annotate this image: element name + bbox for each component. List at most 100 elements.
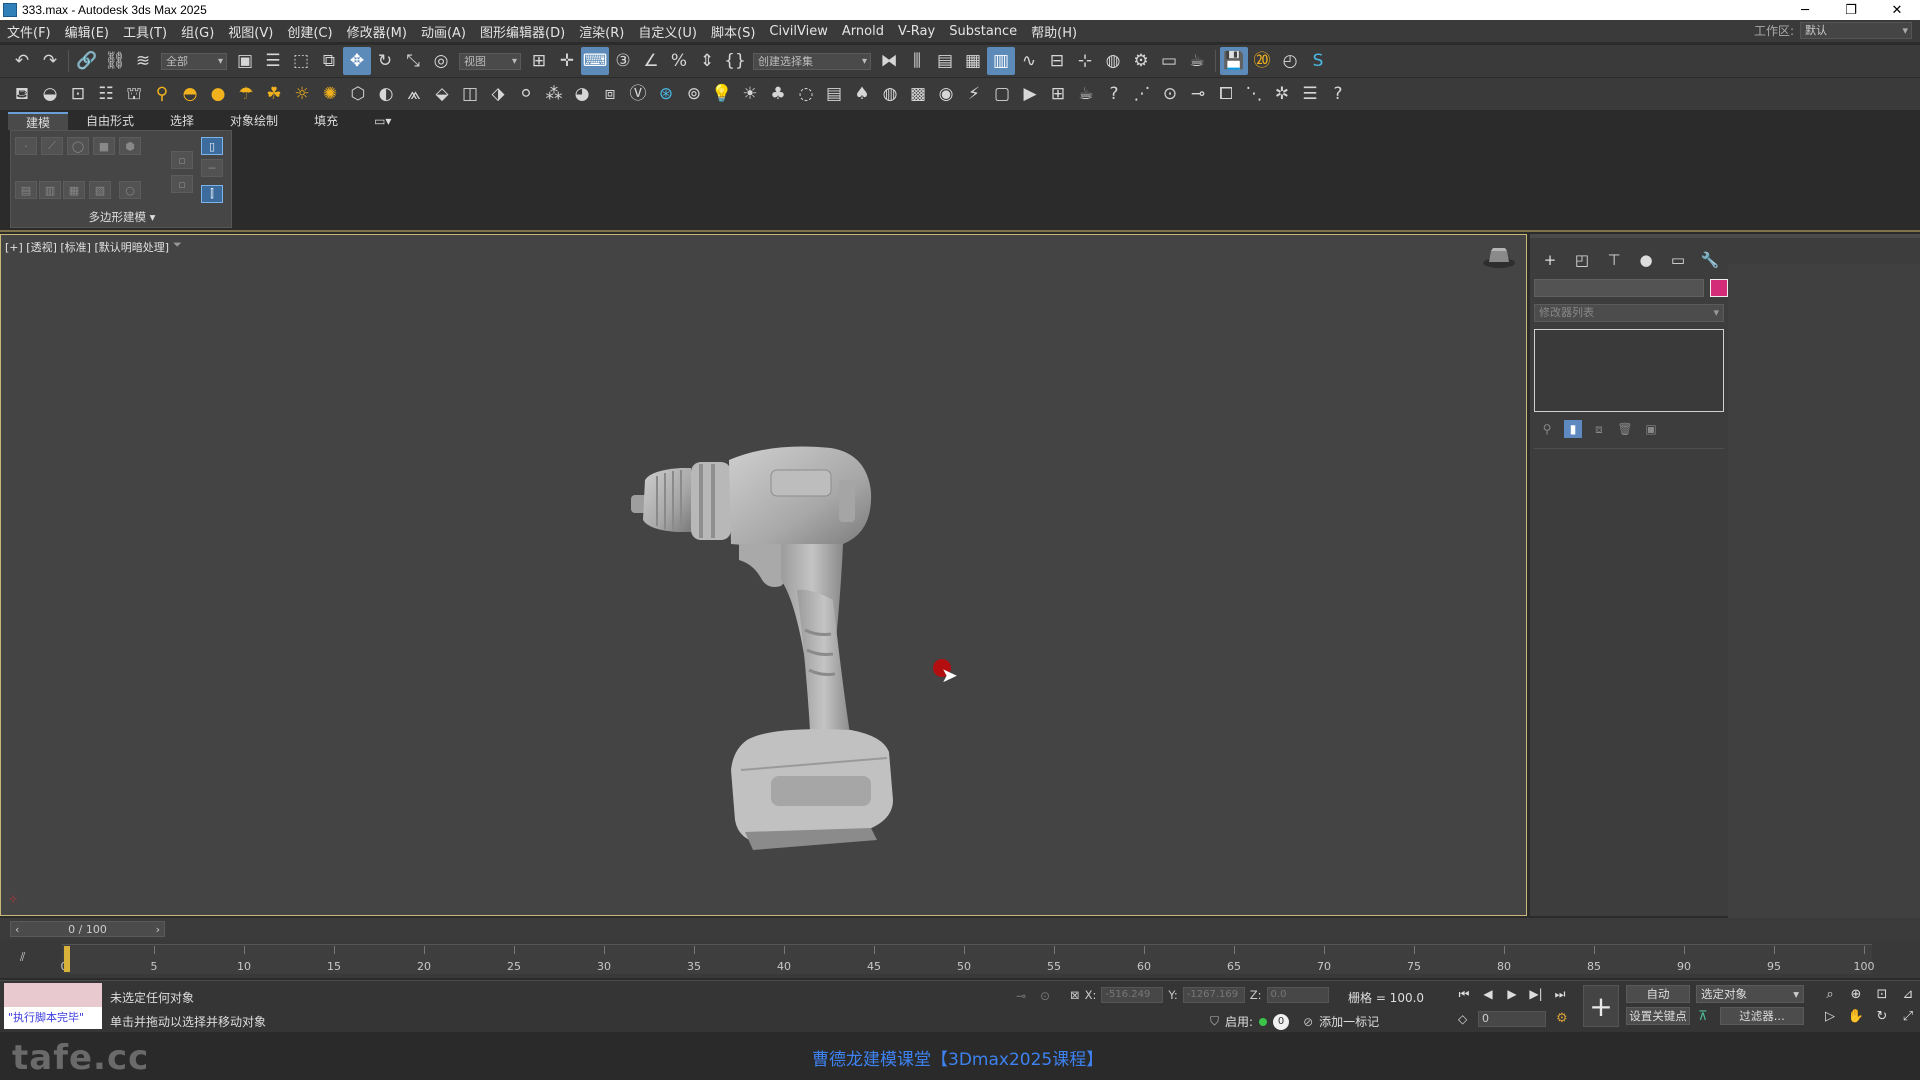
ribbon-modify-icon[interactable]: ▤ <box>15 181 37 199</box>
arnold-operator-icon[interactable]: ▤ <box>820 80 848 108</box>
arnold-shader-ball-icon[interactable]: ◍ <box>876 80 904 108</box>
reference-coord-dropdown[interactable]: 视图 <box>459 52 521 70</box>
modifier-list-dropdown[interactable]: 修改器列表 <box>1534 304 1724 322</box>
time-config-icon[interactable]: ⚙ <box>1556 1011 1568 1026</box>
substance-output-icon[interactable]: ⧠ <box>1212 80 1240 108</box>
menu-graph-editors[interactable]: 图形编辑器(D) <box>473 22 572 41</box>
vray-frame-buffer-icon[interactable]: ⑳ <box>1248 47 1276 75</box>
prev-key-icon[interactable]: ◀ <box>1479 985 1497 1003</box>
pan-icon[interactable]: ✋ <box>1846 1007 1866 1025</box>
substance-link-icon[interactable]: ⋱ <box>1240 80 1268 108</box>
degradation-toggle[interactable]: 0 <box>1273 1013 1290 1030</box>
key-mode-icon[interactable]: ◇ <box>1458 1012 1467 1026</box>
key-filter-icon[interactable]: ⊼ <box>1698 1009 1708 1024</box>
menu-group[interactable]: 组(G) <box>174 22 221 41</box>
arnold-render-icon[interactable]: ⊛ <box>652 80 680 108</box>
substance-graph-icon[interactable]: ⋰ <box>1128 80 1156 108</box>
zoom-icon[interactable]: ⌕ <box>1820 985 1840 1003</box>
menu-views[interactable]: 视图(V) <box>221 22 280 41</box>
display-tab-icon[interactable]: ▭ <box>1666 250 1690 270</box>
maxscript-input[interactable] <box>4 983 102 1007</box>
select-scale-icon[interactable]: ⤡ <box>399 47 427 75</box>
play-icon[interactable]: ▶ <box>1503 985 1521 1003</box>
selection-filter-dropdown[interactable]: 全部 <box>161 52 227 70</box>
perspective-viewport[interactable]: [+] [透视] [标准] [默认明暗处理] ⏷ ➤ ⊹ <box>0 234 1527 916</box>
arnold-sphere-icon[interactable]: ◉ <box>932 80 960 108</box>
menu-rendering[interactable]: 渲染(R) <box>572 22 631 41</box>
rendered-frame-icon[interactable]: ▭ <box>1155 47 1183 75</box>
vray-interactive-icon[interactable]: ◴ <box>1276 47 1304 75</box>
ribbon-collapse-icon[interactable]: ▦ <box>63 181 85 199</box>
arnold-frame-icon[interactable]: ▢ <box>988 80 1016 108</box>
unlink-icon[interactable]: ⛓ <box>101 47 129 75</box>
vray-material-converter-icon[interactable]: ⧈ <box>596 80 624 108</box>
motion-tab-icon[interactable]: ● <box>1634 250 1658 270</box>
adaptive-degradation-icon[interactable]: ⛉ <box>1210 1014 1219 1029</box>
arnold-help-icon[interactable]: ? <box>1100 80 1128 108</box>
menu-animation[interactable]: 动画(A) <box>414 22 473 41</box>
substance-share-icon[interactable]: ⊸ <box>1184 80 1212 108</box>
workspace-dropdown[interactable]: 默认 <box>1800 22 1912 39</box>
arnold-volume-icon[interactable]: ◌ <box>792 80 820 108</box>
redo-icon[interactable]: ↷ <box>36 47 64 75</box>
menu-customize[interactable]: 自定义(U) <box>631 22 704 41</box>
arnold-texture-icon[interactable]: ▩ <box>904 80 932 108</box>
named-selection-dropdown[interactable]: 创建选择集 <box>753 52 871 70</box>
goto-start-icon[interactable]: ⏮ <box>1455 985 1473 1003</box>
next-key-icon[interactable]: ▶| <box>1527 985 1545 1003</box>
ribbon-options-icon[interactable]: ▭▾ <box>356 112 409 130</box>
mini-curve-editor-icon[interactable]: ⫽ <box>20 950 25 965</box>
ribbon-stack-icon[interactable]: ▥ <box>39 181 61 199</box>
modifier-stack[interactable] <box>1534 329 1724 412</box>
sun-light-icon[interactable]: ☼ <box>288 80 316 108</box>
key-filters-button[interactable]: 过滤器... <box>1720 1007 1804 1025</box>
select-object-icon[interactable]: ▣ <box>231 47 259 75</box>
arnold-teapot-icon[interactable]: ☕ <box>1072 80 1100 108</box>
vray-blend-material-icon[interactable]: ⁂ <box>540 80 568 108</box>
snaps-toggle-icon[interactable]: ③ <box>609 47 637 75</box>
show-end-result-icon[interactable]: ▮ <box>1564 420 1582 438</box>
vray-sun-icon[interactable]: ● <box>204 80 232 108</box>
curve-editor-icon[interactable]: ∿ <box>1015 47 1043 75</box>
absolute-mode-icon[interactable]: ⊠ <box>1070 988 1080 1002</box>
set-key-button[interactable]: 设置关键点 <box>1626 1007 1690 1025</box>
ribbon-toggle-icon[interactable]: ▥ <box>987 47 1015 75</box>
select-rotate-icon[interactable]: ↻ <box>371 47 399 75</box>
vray-material-library-icon[interactable]: ◕ <box>568 80 596 108</box>
angle-snap-icon[interactable]: ∠ <box>637 47 665 75</box>
ribbon-graphite-icon[interactable]: ▧ <box>89 181 111 199</box>
vray-ambient-light-icon[interactable]: ☘ <box>260 80 288 108</box>
pivot-center-icon[interactable]: ⊞ <box>525 47 553 75</box>
spinner-snap-icon[interactable]: ⇕ <box>693 47 721 75</box>
time-slider[interactable]: ‹ 0 / 100 › <box>10 921 165 937</box>
select-place-icon[interactable]: ◎ <box>427 47 455 75</box>
keyboard-shortcut-toggle-icon[interactable]: ⌨ <box>581 47 609 75</box>
ribbon-repeat-icon[interactable]: ▫ <box>171 175 193 193</box>
zoom-all-icon[interactable]: ⊕ <box>1846 985 1866 1003</box>
tab-freeform[interactable]: 自由形式 <box>68 112 152 130</box>
drill-model[interactable] <box>621 440 961 860</box>
vray-render-icon[interactable]: ⛫ <box>120 80 148 108</box>
scene-explorer-icon[interactable]: ▤ <box>931 47 959 75</box>
menu-arnold[interactable]: Arnold <box>835 24 891 39</box>
object-color-swatch[interactable] <box>1710 279 1728 297</box>
percent-snap-icon[interactable]: % <box>665 47 693 75</box>
zoom-extents-icon[interactable]: ⊡ <box>1872 985 1892 1003</box>
orbit-icon[interactable]: ↻ <box>1872 1007 1892 1025</box>
link-icon[interactable]: 🔗 <box>73 47 101 75</box>
rect-selection-icon[interactable]: ⬚ <box>287 47 315 75</box>
schematic-view-icon[interactable]: ⊹ <box>1071 47 1099 75</box>
arnold-light-icon[interactable]: 💡 <box>708 80 736 108</box>
vray-mesh-icon[interactable]: ⬙ <box>428 80 456 108</box>
substance-icon[interactable]: S <box>1304 47 1332 75</box>
vray-plane-icon[interactable]: ⩕ <box>400 80 428 108</box>
vray-fur-icon[interactable]: ◐ <box>372 80 400 108</box>
arnold-shader-icon[interactable]: ♠ <box>848 80 876 108</box>
menu-file[interactable]: 文件(F) <box>0 22 58 41</box>
time-tag-icon[interactable]: ⊘ <box>1303 1015 1313 1029</box>
remove-modifier-icon[interactable]: 🗑 <box>1616 420 1634 438</box>
teapot-icon[interactable]: ⛾ <box>8 80 36 108</box>
vray-clipper-icon[interactable]: ◫ <box>456 80 484 108</box>
menu-tools[interactable]: 工具(T) <box>116 22 174 41</box>
menu-civilview[interactable]: CivilView <box>762 24 834 39</box>
